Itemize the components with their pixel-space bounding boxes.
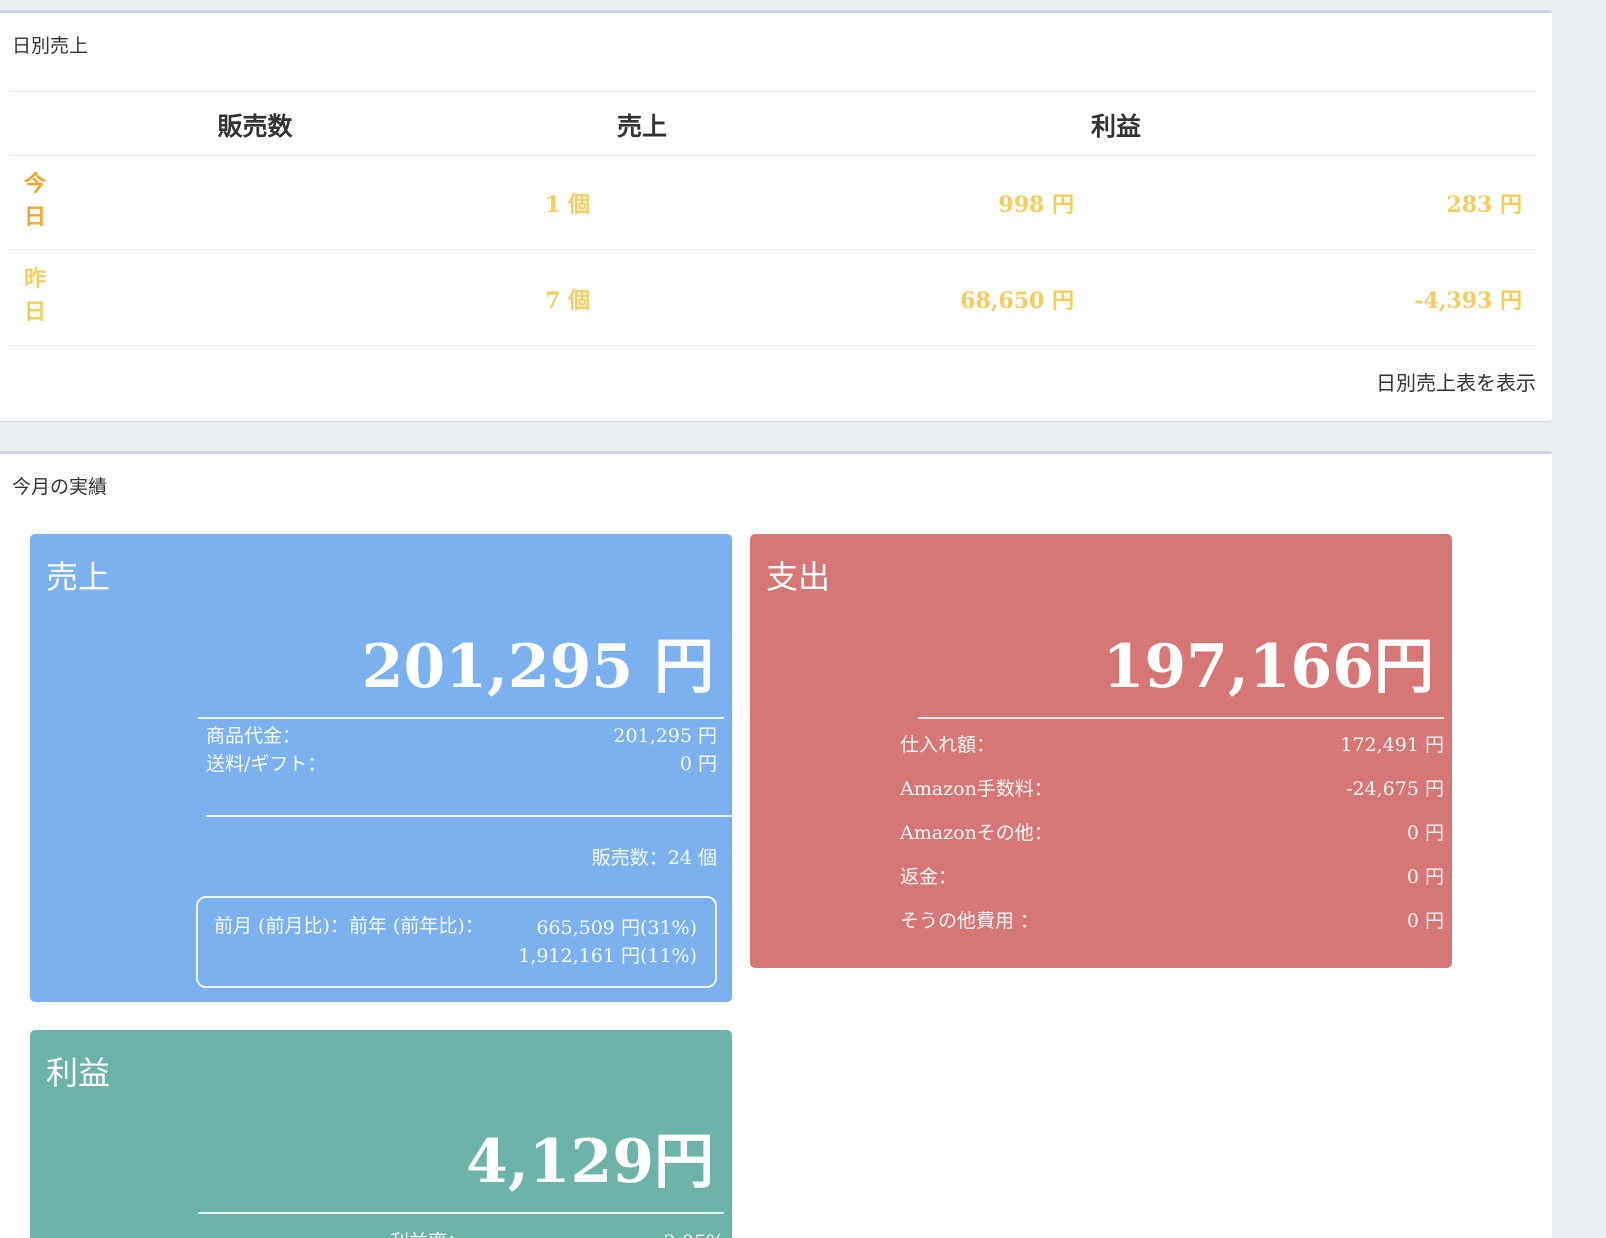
shipping-value: 0 円 bbox=[679, 753, 717, 775]
daily-sales-title: 日別売上 bbox=[12, 35, 89, 57]
row-label-today: 今 日 bbox=[24, 168, 48, 234]
yesterday-count: 7 個 bbox=[545, 288, 590, 314]
row-label-char: 日 bbox=[24, 204, 47, 230]
expense-item-label: そうの他費用 ： bbox=[900, 910, 1040, 932]
page-scroll-edge bbox=[1552, 0, 1606, 1238]
profit-total: 4,129円 bbox=[466, 1127, 714, 1197]
row-label-char: 昨 bbox=[24, 266, 47, 292]
daily-sales-panel: 日別売上 販売数 売上 利益 今 日 1 個 998 円 283 円 昨 日 7… bbox=[0, 10, 1552, 421]
expense-item-value: 172,491 円 bbox=[1340, 734, 1444, 756]
profit-card-title: 利益 bbox=[46, 1054, 111, 1092]
yesterday-sales: 68,650 円 bbox=[960, 288, 1074, 314]
item-price-value: 201,295 円 bbox=[613, 725, 717, 747]
shipping-label: 送料/ギフト： bbox=[206, 753, 327, 775]
profit-rate-value: 2.05% bbox=[524, 1230, 724, 1238]
divider bbox=[10, 155, 1536, 156]
expense-item-label: Amazonその他： bbox=[900, 822, 1053, 844]
expense-total: 197,166円 bbox=[1102, 632, 1434, 702]
divider bbox=[10, 345, 1536, 346]
row-label-char: 日 bbox=[24, 299, 47, 325]
expense-item-value: 0 円 bbox=[1406, 910, 1444, 932]
today-count: 1 個 bbox=[545, 192, 590, 218]
comparison-label: 前月 (前月比)：前年 (前年比)： bbox=[214, 915, 484, 937]
divider bbox=[10, 249, 1536, 250]
monthly-results-panel: 今月の実績 売上 201,295 円 商品代金： 201,295 円 送料/ギフ… bbox=[0, 451, 1552, 1238]
sales-card-title: 売上 bbox=[46, 558, 111, 596]
yesterday-profit: -4,393 円 bbox=[1414, 288, 1522, 314]
row-label-char: 今 bbox=[24, 171, 47, 197]
divider bbox=[10, 91, 1536, 92]
sales-card: 売上 201,295 円 商品代金： 201,295 円 送料/ギフト： 0 円… bbox=[30, 534, 732, 1002]
item-price-label: 商品代金： bbox=[206, 725, 302, 747]
divider bbox=[198, 717, 724, 719]
today-sales: 998 円 bbox=[998, 192, 1074, 218]
comparison-prev-month: 665,509 円(31%) bbox=[536, 917, 697, 939]
row-label-yesterday: 昨 日 bbox=[24, 263, 48, 329]
header-sales: 売上 bbox=[616, 112, 667, 141]
sales-count: 販売数：24 個 bbox=[591, 847, 717, 869]
show-daily-table-link[interactable]: 日別売上表を表示 bbox=[1376, 367, 1536, 396]
divider bbox=[206, 815, 732, 817]
today-profit: 283 円 bbox=[1446, 192, 1522, 218]
header-count: 販売数 bbox=[217, 112, 293, 141]
divider bbox=[198, 1212, 724, 1214]
profit-card: 利益 4,129円 利益率： 2.05% bbox=[30, 1030, 732, 1238]
monthly-results-title: 今月の実績 bbox=[12, 476, 108, 498]
profit-rate-label: 利益率： bbox=[390, 1230, 466, 1238]
expense-card-title: 支出 bbox=[766, 558, 831, 596]
expense-item-label: 仕入れ額： bbox=[900, 734, 996, 756]
sales-total: 201,295 円 bbox=[361, 632, 714, 702]
expense-item-value: 0 円 bbox=[1406, 866, 1444, 888]
expense-item-label: Amazon手数料： bbox=[900, 778, 1053, 800]
expense-item-value: -24,675 円 bbox=[1346, 778, 1444, 800]
comparison-box: 前月 (前月比)：前年 (前年比)： 665,509 円(31%) 1,912,… bbox=[196, 896, 717, 988]
expense-card: 支出 197,166円 仕入れ額： 172,491 円 Amazon手数料： -… bbox=[750, 534, 1452, 968]
comparison-prev-year: 1,912,161 円(11%) bbox=[518, 945, 697, 967]
divider bbox=[918, 717, 1444, 719]
header-profit: 利益 bbox=[1090, 112, 1141, 141]
expense-item-value: 0 円 bbox=[1406, 822, 1444, 844]
expense-item-label: 返金： bbox=[900, 866, 958, 888]
